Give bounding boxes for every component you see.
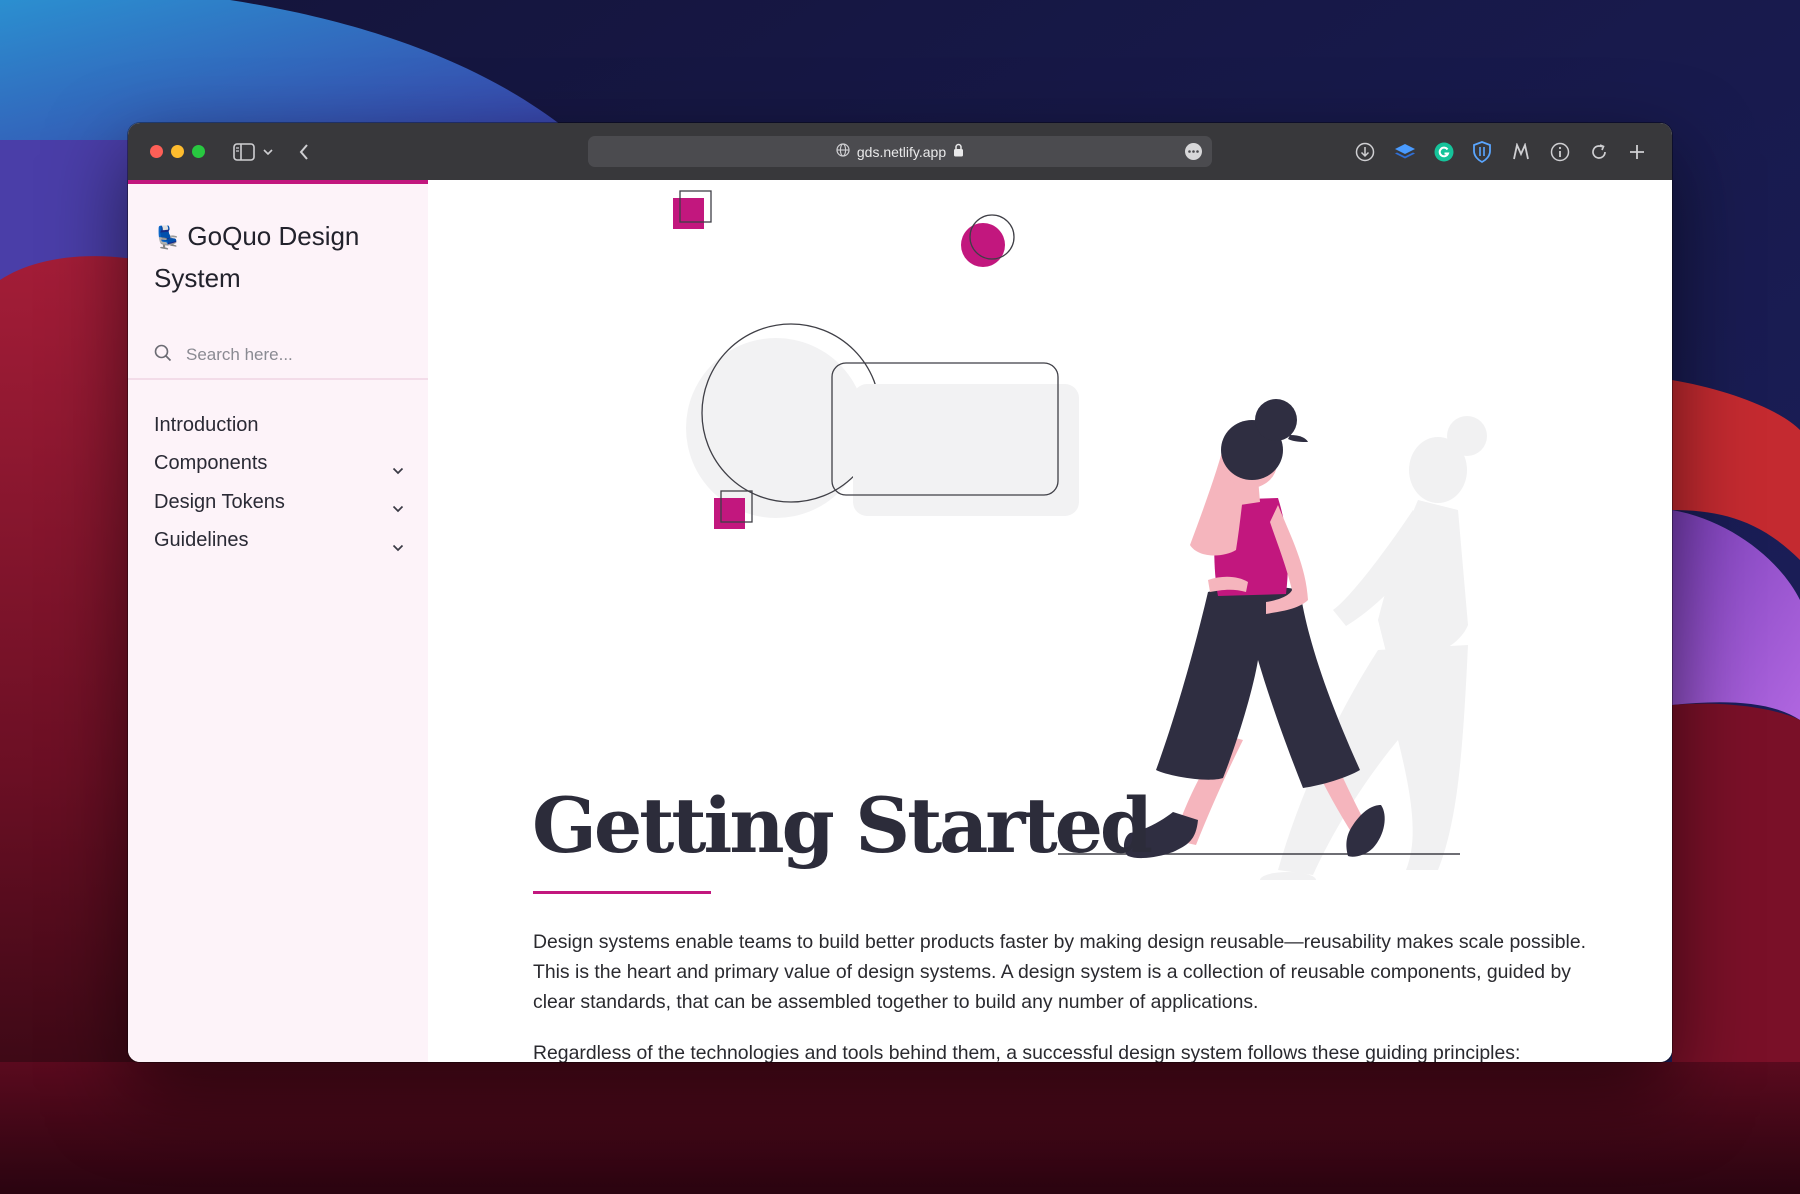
url-text: gds.netlify.app: [856, 143, 947, 160]
chevron-down-icon[interactable]: [392, 458, 404, 481]
sidebar-item-introduction[interactable]: Introduction: [128, 406, 428, 445]
sidebar-item-guidelines[interactable]: Guidelines: [128, 522, 428, 561]
layers-icon[interactable]: [1393, 140, 1417, 164]
main-content: Getting Started Design systems enable te…: [428, 180, 1672, 1062]
m-icon[interactable]: [1510, 140, 1532, 164]
search-box: [128, 330, 428, 380]
page-title: Getting Started: [532, 781, 1153, 870]
sidebar-item-label: Guidelines: [154, 529, 249, 552]
hero-illustration: [673, 190, 1487, 880]
plus-icon[interactable]: [1627, 140, 1647, 164]
close-window-button[interactable]: [150, 145, 163, 158]
sidebar-item-label: Components: [154, 452, 268, 475]
browser-toolbar: gds.netlify.app: [128, 123, 1672, 181]
brand-title: GoQuo Design System: [154, 221, 360, 293]
principles-paragraph: Regardless of the technologies and tools…: [533, 1042, 1521, 1062]
sidebar-item-components[interactable]: Components: [128, 445, 428, 484]
sidebar-item-design-tokens[interactable]: Design Tokens: [128, 483, 428, 522]
minimize-window-button[interactable]: [171, 145, 184, 158]
shield-icon[interactable]: [1471, 140, 1493, 164]
sidebar-item-label: Introduction: [154, 413, 259, 436]
chevron-down-icon[interactable]: [392, 496, 404, 519]
grammarly-icon[interactable]: [1433, 140, 1455, 164]
browser-window: gds.netlify.app 💺 GoQuo Design System Se…: [128, 123, 1672, 1062]
search-input[interactable]: [184, 340, 408, 370]
sidebar-icon[interactable]: [232, 140, 256, 164]
seat-icon: 💺: [154, 225, 182, 250]
search-icon: [154, 344, 172, 367]
decor-square: [714, 498, 745, 529]
chevron-down-icon[interactable]: [392, 535, 404, 558]
chevron-down-icon[interactable]: [262, 140, 274, 164]
sidebar: 💺GoQuo Design System Introduction Compon…: [128, 180, 428, 1062]
back-icon[interactable]: [296, 140, 312, 164]
decor-rect-shadow: [853, 384, 1079, 516]
title-underline: [533, 891, 711, 894]
sidebar-nav: Introduction Components Design Tokens Gu…: [128, 406, 428, 560]
decor-dot: [961, 223, 1005, 267]
sidebar-item-label: Design Tokens: [154, 490, 285, 513]
lock-icon: [953, 143, 964, 160]
download-icon[interactable]: [1354, 140, 1376, 164]
reload-icon[interactable]: [1589, 140, 1609, 164]
decor-square: [673, 198, 704, 229]
intro-paragraph: Design systems enable teams to build bet…: [533, 931, 1587, 1013]
more-icon[interactable]: [1185, 143, 1202, 160]
woman-figure: [1123, 399, 1385, 859]
brand[interactable]: 💺 GoQuo Design System: [154, 216, 414, 299]
address-bar[interactable]: gds.netlify.app: [588, 136, 1212, 167]
maximize-window-button[interactable]: [192, 145, 205, 158]
globe-icon: [836, 143, 850, 160]
info-icon[interactable]: [1549, 140, 1571, 164]
